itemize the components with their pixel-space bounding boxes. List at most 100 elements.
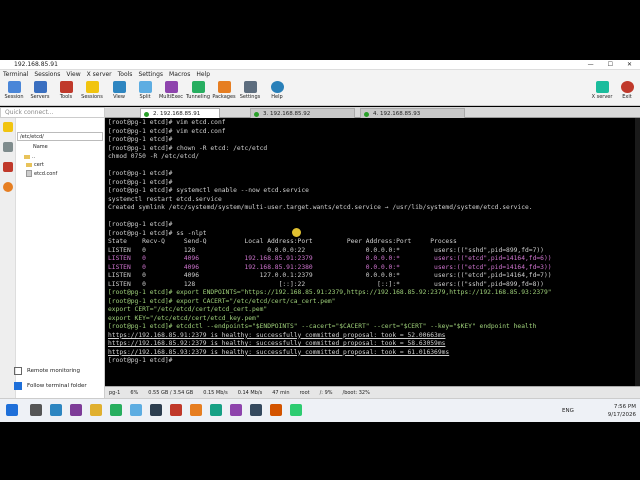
file-item-cert[interactable]: cert <box>26 162 44 168</box>
terminal-line: chmod 0750 -R /etc/etcd/ <box>108 153 199 160</box>
quick-connect-input[interactable]: Quick connect... <box>0 107 105 118</box>
menu-sessions[interactable]: Sessions <box>31 71 63 78</box>
tab-session-4[interactable]: 4. 192.168.85.93 <box>360 108 465 118</box>
toolbar-servers[interactable]: Servers <box>26 81 54 100</box>
power-icon <box>620 81 634 93</box>
terminal-scrollbar[interactable] <box>635 118 640 386</box>
app-icon[interactable] <box>70 404 82 416</box>
split-icon <box>138 81 152 93</box>
gear-icon <box>243 81 257 93</box>
menu-view[interactable]: View <box>63 71 83 78</box>
app-icon[interactable] <box>210 404 222 416</box>
file-item-etcd-conf[interactable]: etcd.conf <box>26 170 57 177</box>
session-icon <box>7 81 21 93</box>
terminal-output[interactable]: [root@pg-1 etcd]# vim etcd.conf [root@pg… <box>105 118 635 386</box>
multiexec-icon <box>164 81 178 93</box>
tunneling-icon <box>191 81 205 93</box>
terminal-line: [root@pg-1 etcd]# vim etcd.conf <box>108 127 226 135</box>
follow-terminal-folder-checkbox[interactable]: Follow terminal folder <box>14 382 87 390</box>
terminal-line: [root@pg-1 etcd]# vim etcd.conf <box>108 119 226 126</box>
terminal-line: [root@pg-1 etcd]# export ENDPOINTS="http… <box>108 289 552 296</box>
toolbar-xserver[interactable]: X server <box>588 81 616 100</box>
terminal-line: [root@pg-1 etcd]# <box>108 136 173 143</box>
toolbar-exit[interactable]: Exit <box>615 81 639 100</box>
toolbar-settings[interactable]: Settings <box>236 81 264 100</box>
maximize-button[interactable]: ☐ <box>608 61 613 68</box>
terminal-line: [root@pg-1 etcd]# <box>108 221 173 228</box>
terminal-line: [root@pg-1 etcd]# etcdctl --endpoints="$… <box>108 323 537 330</box>
terminal-line: https://192.168.85.93:2379 is healthy: s… <box>108 348 450 356</box>
toolbar-tunneling[interactable]: Tunneling <box>184 81 212 100</box>
app-icon[interactable] <box>170 404 182 416</box>
file-item-parent[interactable]: .. <box>24 154 35 160</box>
status-download: 0.14 Mb/s <box>237 389 263 396</box>
window-titlebar: 192.168.85.91 — ☐ ✕ <box>0 60 640 70</box>
file-explorer-icon[interactable] <box>90 404 102 416</box>
toolbar-split[interactable]: Split <box>131 81 159 100</box>
file-list-header: Name <box>33 144 48 150</box>
toolbar-multiexec[interactable]: MultiExec <box>157 81 185 100</box>
toolbar-sessions[interactable]: Sessions <box>78 81 106 100</box>
mouse-cursor-highlight <box>292 228 301 237</box>
task-view-icon[interactable] <box>50 404 62 416</box>
windows-start-icon[interactable] <box>6 404 18 416</box>
toolbar-view[interactable]: View <box>105 81 133 100</box>
status-cpu: 6% <box>130 389 139 396</box>
app-icon[interactable] <box>230 404 242 416</box>
tab-session-2[interactable]: 2. 192.168.85.91 <box>140 108 220 118</box>
language-indicator[interactable]: ENG <box>562 408 574 414</box>
terminal-line: [root@pg-1 etcd]# <box>108 357 177 364</box>
toolbar-tools[interactable]: Tools <box>52 81 80 100</box>
search-icon[interactable] <box>30 404 42 416</box>
star-icon[interactable] <box>3 122 13 132</box>
file-icon <box>26 170 32 177</box>
status-dot-icon <box>364 112 369 117</box>
terminal-line: [root@pg-1 etcd]# <box>108 170 173 177</box>
tools-icon[interactable] <box>3 142 13 152</box>
vscode-icon[interactable] <box>130 404 142 416</box>
status-disk-root: /: 9% <box>319 389 333 396</box>
app-icon[interactable] <box>110 404 122 416</box>
toolbar: Session Servers Tools Sessions View Spli… <box>0 79 640 106</box>
close-button[interactable]: ✕ <box>627 61 632 68</box>
tab-session-3[interactable]: 3. 192.168.85.92 <box>250 108 355 118</box>
status-dot-icon <box>254 112 259 117</box>
menu-xserver[interactable]: X server <box>84 71 115 78</box>
folder-icon <box>24 154 30 159</box>
toolbar-packages[interactable]: Packages <box>210 81 238 100</box>
app-icon[interactable] <box>250 404 262 416</box>
windows-taskbar: ENG 7:56 PM 9/17/2026 <box>0 398 640 422</box>
minimize-button[interactable]: — <box>588 61 594 68</box>
app-icon[interactable] <box>190 404 202 416</box>
terminal-line: LISTEN 0 128 [::]:22 [::]:* users:(("ssh… <box>108 280 544 288</box>
help-icon <box>270 81 284 93</box>
menu-macros[interactable]: Macros <box>166 71 193 78</box>
menu-terminal[interactable]: Terminal <box>0 71 31 78</box>
sftp-path-input[interactable]: /etc/etcd/ <box>17 132 103 141</box>
terminal-line: LISTEN 0 128 0.0.0.0:22 0.0.0.0:* users:… <box>108 246 544 254</box>
status-disk-boot: /boot: 32% <box>342 389 370 396</box>
menu-settings[interactable]: Settings <box>135 71 166 78</box>
terminal-line: export KEY="/etc/etcd/cert/etcd_key.pem" <box>108 314 260 322</box>
menu-tools[interactable]: Tools <box>115 71 136 78</box>
window-title: 192.168.85.91 <box>14 61 58 68</box>
terminal-app-icon[interactable] <box>150 404 162 416</box>
toolbar-session[interactable]: Session <box>0 81 28 100</box>
terminal-line: LISTEN 0 4096 127.0.0.1:2379 0.0.0.0:* u… <box>108 272 552 279</box>
system-clock[interactable]: 7:56 PM 9/17/2026 <box>608 403 636 419</box>
app-icon[interactable] <box>290 404 302 416</box>
menu-help[interactable]: Help <box>193 71 213 78</box>
xserver-icon <box>595 81 609 93</box>
star-icon <box>85 81 99 93</box>
app-icon[interactable] <box>270 404 282 416</box>
status-user: root <box>299 389 310 396</box>
status-bar: pg-1 6% 0.55 GB / 3.54 GB 0.15 Mb/s 0.14… <box>105 386 640 398</box>
toolbar-help[interactable]: Help <box>263 81 291 100</box>
sftp-icon[interactable] <box>3 182 13 192</box>
macros-icon[interactable] <box>3 162 13 172</box>
packages-icon <box>217 81 231 93</box>
status-dot-icon <box>144 112 149 117</box>
status-uptime: 47 min <box>272 389 290 396</box>
remote-monitoring-toggle[interactable]: Remote monitoring <box>14 367 80 375</box>
